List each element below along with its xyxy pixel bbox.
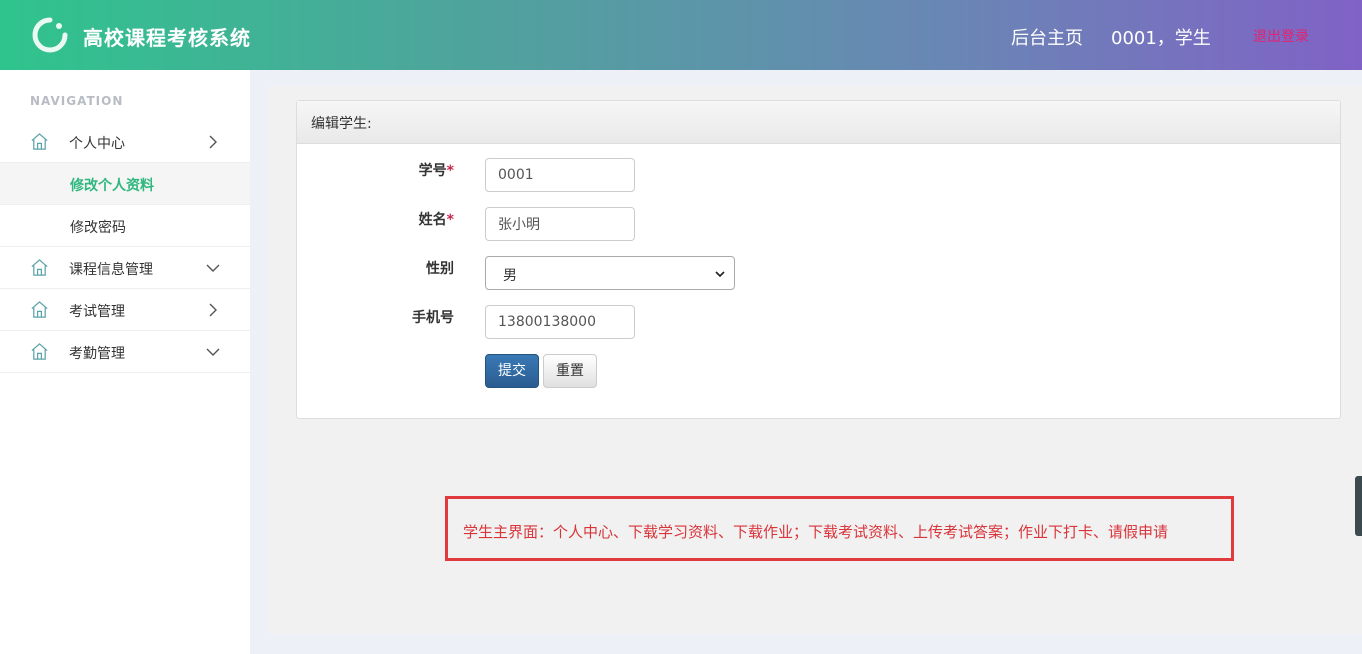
home-icon <box>31 301 48 318</box>
sidebar-item-label: 课程信息管理 <box>69 262 153 278</box>
annotation-box: 学生主界面：个人中心、下载学习资料、下载作业；下载考试资料、上传考试答案；作业下… <box>445 496 1234 561</box>
student-id-label: 学号* <box>418 163 454 179</box>
name-input[interactable] <box>485 207 635 241</box>
app-logo-icon <box>32 17 68 53</box>
home-icon <box>31 343 48 360</box>
nav-heading: NAVIGATION <box>30 94 124 108</box>
sidebar-item-label: 考试管理 <box>69 304 125 320</box>
app-title: 高校课程考核系统 <box>83 26 251 50</box>
sidebar-item-exam[interactable]: 考试管理 <box>0 289 250 331</box>
logout-link[interactable]: 退出登录 <box>1253 26 1309 46</box>
sidebar-item-personal-center[interactable]: 个人中心 <box>0 121 250 163</box>
annotation-text: 学生主界面：个人中心、下载学习资料、下载作业；下载考试资料、上传考试答案；作业下… <box>463 523 1169 541</box>
sidebar-item-course-info[interactable]: 课程信息管理 <box>0 247 250 289</box>
sidebar-item-attendance[interactable]: 考勤管理 <box>0 331 250 373</box>
user-info: 0001，学生 <box>1111 28 1211 49</box>
sidebar-subitem-edit-profile[interactable]: 修改个人资料 <box>0 163 250 205</box>
chevron-down-icon <box>206 264 220 272</box>
student-id-input[interactable] <box>485 158 635 192</box>
submit-button[interactable]: 提交 <box>485 354 539 388</box>
gender-select[interactable]: 男 <box>485 256 735 290</box>
panel-heading: 编辑学生: <box>297 101 1340 144</box>
phone-input[interactable] <box>485 305 635 339</box>
chevron-down-icon <box>206 348 220 356</box>
chevron-down-icon <box>715 271 725 278</box>
phone-label: 手机号 <box>412 310 454 326</box>
sidebar-subitem-label: 修改密码 <box>70 220 126 236</box>
floating-side-tab[interactable] <box>1355 476 1362 536</box>
name-label: 姓名* <box>418 212 454 228</box>
required-mark: * <box>446 163 454 179</box>
sidebar-item-label: 考勤管理 <box>69 346 125 362</box>
home-icon <box>31 259 48 276</box>
home-link[interactable]: 后台主页 <box>1011 24 1083 50</box>
home-icon <box>31 133 48 150</box>
top-header: 高校课程考核系统 后台主页 0001，学生 退出登录 <box>0 0 1362 70</box>
reset-button[interactable]: 重置 <box>543 354 597 388</box>
chevron-right-icon <box>209 303 217 317</box>
gender-selected-value: 男 <box>503 268 517 284</box>
sidebar: NAVIGATION 个人中心 修改个人资料 修改密码 课程信息管理 考试管理 … <box>0 70 250 654</box>
sidebar-menu: 个人中心 修改个人资料 修改密码 课程信息管理 考试管理 考勤管理 <box>0 121 250 373</box>
required-mark: * <box>446 212 454 228</box>
gender-label: 性别 <box>426 261 454 277</box>
sidebar-subitem-label: 修改个人资料 <box>70 178 154 194</box>
sidebar-subitem-change-password[interactable]: 修改密码 <box>0 205 250 247</box>
chevron-right-icon <box>209 135 217 149</box>
sidebar-item-label: 个人中心 <box>69 136 125 152</box>
